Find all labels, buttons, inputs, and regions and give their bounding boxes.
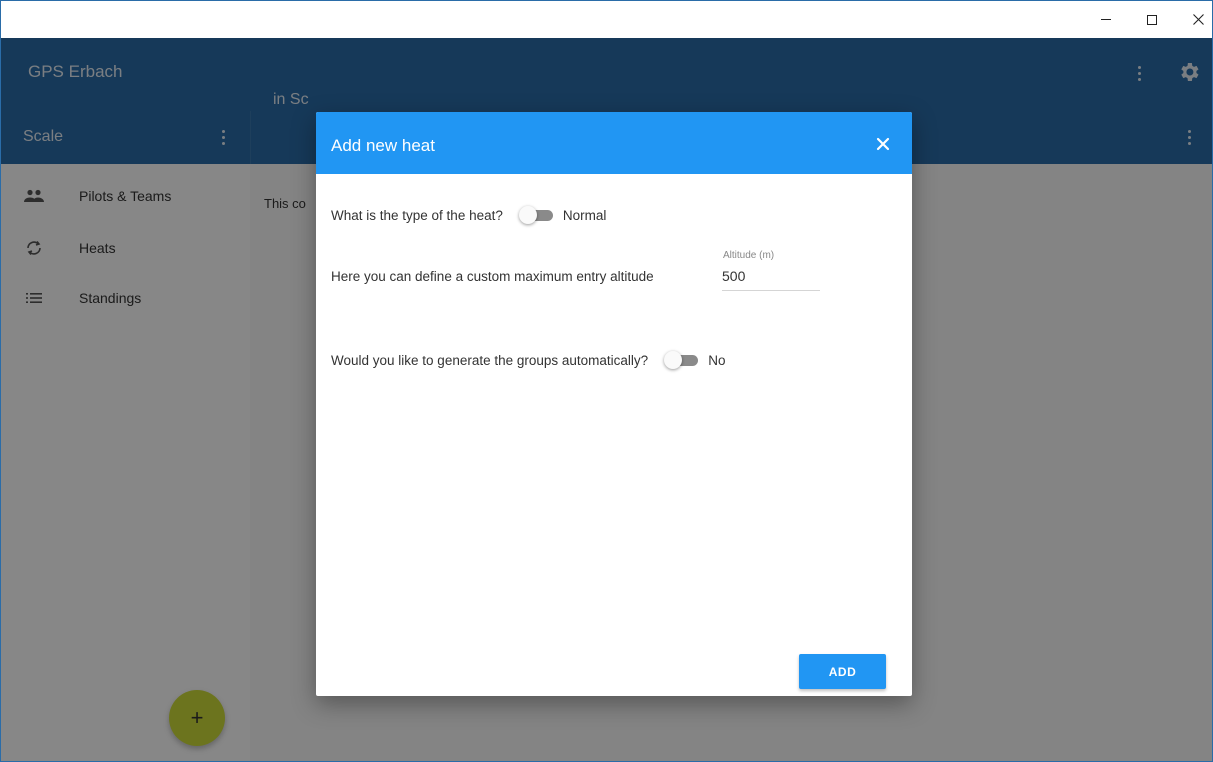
maximize-button[interactable] xyxy=(1129,1,1175,38)
close-icon xyxy=(1192,14,1204,25)
heat-type-toggle[interactable] xyxy=(518,206,553,224)
add-heat-dialog: Add new heat What is the type of the hea… xyxy=(316,112,912,696)
heat-type-value: Normal xyxy=(562,207,607,223)
minimize-button[interactable] xyxy=(1083,1,1129,38)
heat-type-row: What is the type of the heat? Normal xyxy=(331,206,606,224)
close-icon[interactable] xyxy=(872,133,894,155)
title-bar xyxy=(1,1,1212,38)
dialog-title: Add new heat xyxy=(331,136,435,155)
maximize-icon xyxy=(1147,14,1157,25)
auto-groups-label: Would you like to generate the groups au… xyxy=(331,352,649,368)
auto-groups-value: No xyxy=(708,352,726,368)
altitude-input[interactable] xyxy=(722,268,818,284)
altitude-field-label: Altitude (m) xyxy=(723,250,775,261)
window-close-button[interactable] xyxy=(1175,1,1212,38)
minimize-icon xyxy=(1101,19,1111,20)
app-window: GPS Erbach Scale in Sc Pilots & Teams He… xyxy=(0,0,1213,762)
altitude-field: Altitude (m) xyxy=(722,247,820,291)
altitude-question-label: Here you can define a custom maximum ent… xyxy=(331,269,654,284)
auto-groups-toggle[interactable] xyxy=(664,351,699,369)
heat-type-label: What is the type of the heat? xyxy=(331,207,503,223)
altitude-row: Here you can define a custom maximum ent… xyxy=(331,269,654,284)
add-button[interactable]: ADD xyxy=(799,654,886,689)
dialog-header: Add new heat xyxy=(316,112,912,174)
auto-groups-row: Would you like to generate the groups au… xyxy=(331,351,725,369)
